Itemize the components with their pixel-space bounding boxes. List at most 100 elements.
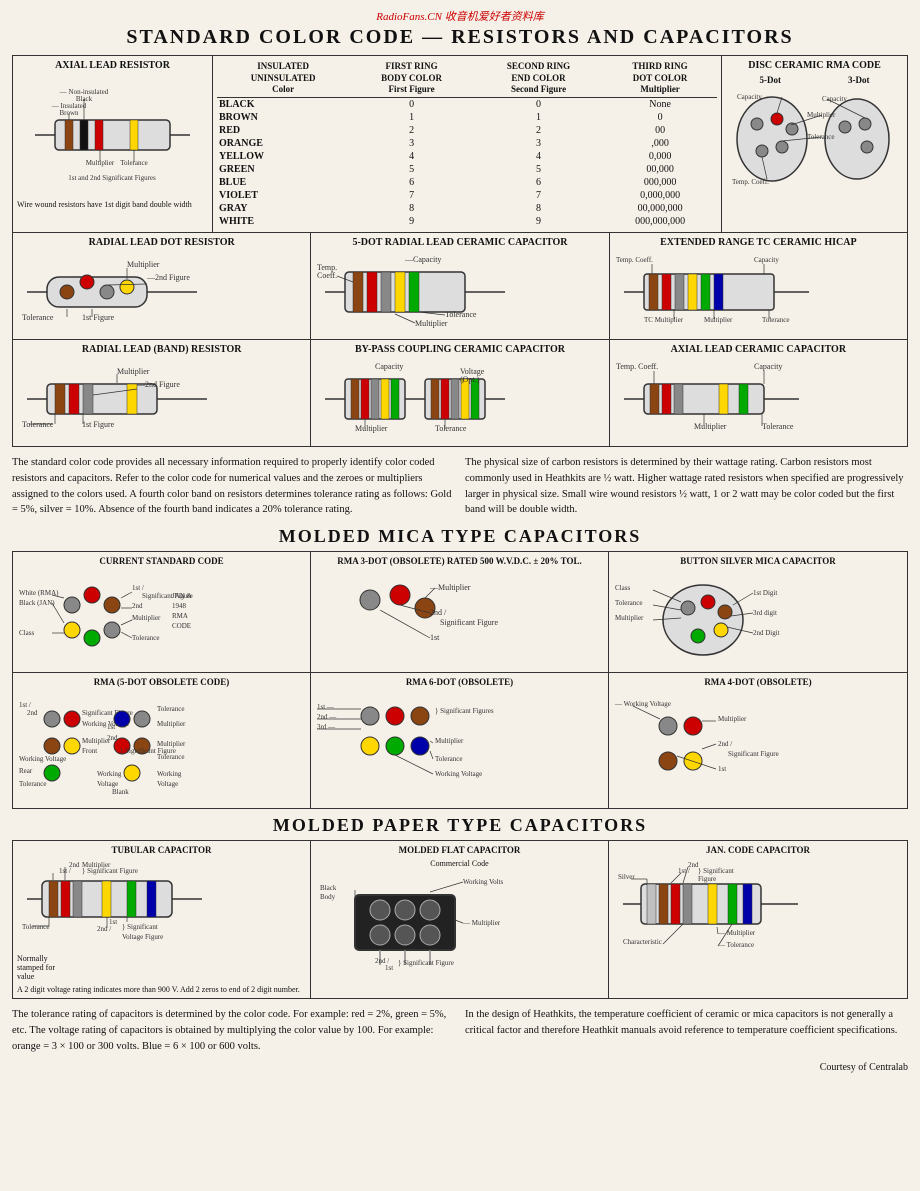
svg-text:Capacity: Capacity (822, 95, 847, 103)
stamped-label: stamped for (17, 963, 306, 972)
svg-text:Tolerance: Tolerance (22, 313, 54, 322)
paper-cell-3-title: JAN. CODE CAPACITOR (613, 845, 903, 855)
mult-cell: 0 (603, 111, 717, 124)
svg-text:Working: Working (97, 770, 122, 778)
disc-ceramic-title: DISC CERAMIC RMA CODE (726, 60, 903, 71)
five-dot-ceramic-cell: 5-DOT RADIAL LEAD CERAMIC CAPACITOR —Cap… (311, 233, 609, 339)
mica-title: MOLDED MICA TYPE CAPACITORS (12, 526, 908, 547)
color-cell: GREEN (217, 163, 349, 176)
svg-text:1st: 1st (107, 723, 115, 731)
svg-text:Multiplier: Multiplier (117, 367, 150, 376)
disc-5dot-label: 5-Dot (760, 75, 782, 85)
svg-text:1st Figure: 1st Figure (82, 313, 115, 322)
desc1: The standard color code provides all nec… (12, 455, 455, 518)
mica-current-diagram: White (RMA) Black (JAN) Class 1st / Sign… (17, 570, 217, 665)
mica-cell-6-title: RMA 4-DOT (OBSOLETE) (613, 677, 903, 687)
svg-text:Multiplier: Multiplier (355, 424, 388, 433)
svg-text:JAN &: JAN & (172, 592, 193, 600)
svg-text:Multiplier: Multiplier (415, 319, 448, 328)
svg-text:1st: 1st (718, 765, 726, 773)
table-row: BLACK 0 0 None (217, 98, 717, 112)
svg-text:2nd: 2nd (107, 734, 118, 742)
svg-text:Multiplier: Multiplier (435, 737, 464, 745)
svg-text:Working Voltage: Working Voltage (19, 755, 66, 763)
svg-text:Front: Front (82, 747, 97, 755)
fig2-cell: 8 (474, 202, 603, 215)
color-cell: YELLOW (217, 150, 349, 163)
svg-text:Multiplier: Multiplier (157, 740, 186, 748)
svg-text:Tolerance: Tolerance (435, 755, 463, 763)
svg-text:1st and 2nd Significant Figure: 1st and 2nd Significant Figures (68, 174, 156, 182)
svg-text:Significant Figure: Significant Figure (440, 618, 498, 627)
table-row: VIOLET 7 7 0,000,000 (217, 189, 717, 202)
bottom-desc2: In the design of Heathkits, the temperat… (465, 1007, 908, 1054)
col4-header: THIRD RING DOT COLOR Multiplier (603, 60, 717, 98)
desc-section: The standard color code provides all nec… (12, 455, 908, 518)
bottom-desc1: The tolerance rating of capacitors is de… (12, 1007, 455, 1054)
mult-cell: 000,000,000 (603, 215, 717, 228)
svg-text:Capacity: Capacity (375, 362, 403, 371)
svg-text:Black: Black (320, 884, 337, 892)
normally-label: Normally (17, 954, 306, 963)
mult-cell: 0,000 (603, 150, 717, 163)
svg-text:— Multiplier: — Multiplier (717, 929, 756, 937)
svg-text:2nd /: 2nd / (97, 925, 111, 933)
svg-text:Multiplier: Multiplier (127, 260, 160, 269)
fig2-cell: 9 (474, 215, 603, 228)
svg-text:2nd /: 2nd / (718, 740, 732, 748)
fig1-cell: 4 (349, 150, 474, 163)
col1-header: INSULATED UNINSULATED Color (217, 60, 349, 98)
fig2-cell: 3 (474, 137, 603, 150)
main-title: STANDARD COLOR CODE — RESISTORS AND CAPA… (12, 26, 908, 49)
axial-lead-title: AXIAL LEAD RESISTOR (17, 60, 208, 71)
mica-cell-1-title: CURRENT STANDARD CODE (17, 556, 306, 566)
svg-text:3rd digit: 3rd digit (753, 609, 777, 617)
axial-lead-diagram: Brown — Insulated Black — Non-insulated … (25, 75, 200, 195)
fig1-cell: 0 (349, 98, 474, 112)
svg-text:1948: 1948 (172, 602, 187, 610)
axial-lead-note: Wire wound resistors have 1st digit band… (17, 200, 208, 210)
svg-text:1st: 1st (385, 964, 393, 970)
svg-text:Working Voltage: Working Voltage (435, 770, 482, 778)
flat-cap-diagram: Black Body Working Volts — Multiplier 2n… (315, 870, 510, 970)
fig2-cell: 4 (474, 150, 603, 163)
svg-text:Multiplier: Multiplier (82, 861, 111, 869)
svg-text:2nd: 2nd (132, 602, 143, 610)
mica-cell-2-title: RMA 3-DOT (OBSOLETE) RATED 500 W.V.D.C. … (315, 556, 604, 566)
paper-title: MOLDED PAPER TYPE CAPACITORS (12, 815, 908, 836)
svg-text:—2nd Figure: —2nd Figure (136, 380, 180, 389)
svg-text:1st: 1st (109, 918, 117, 926)
mica-cell-6: RMA 4-DOT (OBSOLETE) — Working Voltage M… (609, 673, 907, 808)
fig1-cell: 8 (349, 202, 474, 215)
svg-text:Characteristic: Characteristic (623, 938, 662, 946)
table-row: ORANGE 3 3 ,000 (217, 137, 717, 150)
svg-text:Tolerance: Tolerance (615, 599, 643, 607)
mica-cell-5: RMA 6-DOT (OBSOLETE) 1st — 2nd — 3rd — }… (311, 673, 609, 808)
svg-text:—2nd Figure: —2nd Figure (146, 273, 190, 282)
svg-text:2nd: 2nd (69, 861, 80, 869)
radial-dot-diagram: Multiplier —2nd Figure Tolerance 1st Fig… (17, 252, 217, 332)
col3-header: SECOND RING END COLOR Second Figure (474, 60, 603, 98)
fig1-cell: 6 (349, 176, 474, 189)
mica-6dot-diagram: 1st — 2nd — 3rd — } Significant Figures … (315, 691, 510, 801)
svg-text:2nd —: 2nd — (317, 713, 337, 721)
mica-5dot-diagram: 1st / 2nd Significant Figure Working Vol… (17, 691, 217, 801)
svg-text:Temp. Coeff.: Temp. Coeff. (616, 256, 653, 264)
tubular-diagram: 1st / 2nd } Significant Figure Multiplie… (17, 859, 217, 949)
paper-cell-1: TUBULAR CAPACITOR 1st / 2nd } Significan… (13, 841, 311, 998)
svg-text:Tolerance: Tolerance (762, 422, 794, 431)
svg-text:Black (JAN): Black (JAN) (19, 599, 55, 607)
svg-text:Class: Class (19, 629, 34, 637)
axial-ceramic-title: AXIAL LEAD CERAMIC CAPACITOR (614, 344, 903, 355)
extended-tc-diagram: Temp. Coeff. Capacity TC Multiplier Mult… (614, 252, 814, 332)
svg-text:2nd /: 2nd / (430, 608, 447, 617)
paper-cell-2-subtitle: Commercial Code (315, 859, 604, 868)
svg-text:RMA: RMA (172, 612, 188, 620)
svg-text:Tolerance: Tolerance (22, 923, 50, 931)
svg-text:TC Multiplier: TC Multiplier (644, 316, 684, 324)
svg-text:Voltage Figure: Voltage Figure (122, 933, 163, 941)
svg-text:2nd: 2nd (27, 709, 38, 717)
svg-text:1st Figure: 1st Figure (82, 420, 115, 429)
bypass-coupling-diagram: Capacity Voltage (Opt.) Multipli (315, 359, 515, 439)
svg-text:Blank: Blank (112, 788, 129, 796)
